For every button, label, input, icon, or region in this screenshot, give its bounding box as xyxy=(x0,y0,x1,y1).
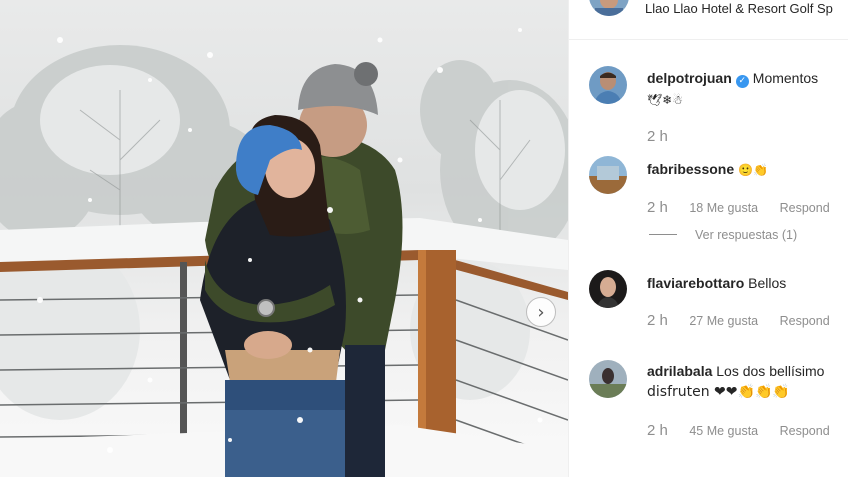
avatar[interactable] xyxy=(589,270,627,308)
comment-body: 🙂👏 xyxy=(738,163,768,177)
comment-time: 2 h xyxy=(647,128,668,145)
comment-likes[interactable]: 45 Me gusta xyxy=(689,424,758,438)
verified-badge-icon: ✓ xyxy=(735,75,749,88)
comment-body-continued: disfruten ❤❤👏👏👏 xyxy=(647,384,790,400)
comment-time: 2 h xyxy=(647,199,668,216)
comment-text: adrilabala Los dos bellísimo xyxy=(647,361,848,381)
avatar[interactable] xyxy=(589,66,627,104)
comment-username[interactable]: delpotrojuan xyxy=(647,70,732,86)
comment-text: flaviarebottaro Bellos xyxy=(647,273,848,293)
comment-meta: 2 h xyxy=(647,128,686,145)
post-photo: › xyxy=(0,0,568,477)
comment-username[interactable]: fabribessone xyxy=(647,161,734,177)
comment-body: Bellos xyxy=(748,275,787,291)
comment-body: Momentos xyxy=(752,70,819,86)
comment-username[interactable]: flaviarebottaro xyxy=(647,275,744,291)
comment-likes[interactable]: 18 Me gusta xyxy=(689,201,758,215)
comment-meta: 2 h 45 Me gusta Respond xyxy=(647,422,848,439)
post-header: Llao Llao Hotel & Resort Golf Sp xyxy=(569,0,848,40)
comments-panel: Llao Llao Hotel & Resort Golf Sp delpotr… xyxy=(568,0,848,477)
reply-button[interactable]: Respond xyxy=(780,424,830,438)
photo-scene xyxy=(0,28,568,477)
caption-emojis: 🕊❄☃ xyxy=(647,93,684,107)
replies-line xyxy=(649,234,677,235)
avatar[interactable] xyxy=(589,156,627,194)
comment-meta: 2 h 18 Me gusta Respond xyxy=(647,199,848,216)
comment-meta: 2 h 27 Me gusta Respond xyxy=(647,312,848,329)
avatar[interactable] xyxy=(589,360,627,398)
view-replies-label: Ver respuestas (1) xyxy=(695,228,798,242)
comment-body: Los dos bellísimo xyxy=(716,363,825,379)
reply-button[interactable]: Respond xyxy=(780,201,830,215)
comment-time: 2 h xyxy=(647,422,668,439)
next-photo-button[interactable]: › xyxy=(526,297,556,327)
post-location[interactable]: Llao Llao Hotel & Resort Golf Sp xyxy=(645,1,833,16)
comment-time: 2 h xyxy=(647,312,668,329)
chevron-right-icon: › xyxy=(537,301,545,323)
reply-button[interactable]: Respond xyxy=(780,314,830,328)
view-replies-button[interactable]: Ver respuestas (1) xyxy=(649,228,797,242)
comment-username[interactable]: adrilabala xyxy=(647,363,712,379)
comment-likes[interactable]: 27 Me gusta xyxy=(689,314,758,328)
comment-text: delpotrojuan ✓ Momentos xyxy=(647,68,848,88)
comment-text: fabribessone 🙂👏 xyxy=(647,159,848,180)
author-avatar[interactable] xyxy=(589,0,629,16)
